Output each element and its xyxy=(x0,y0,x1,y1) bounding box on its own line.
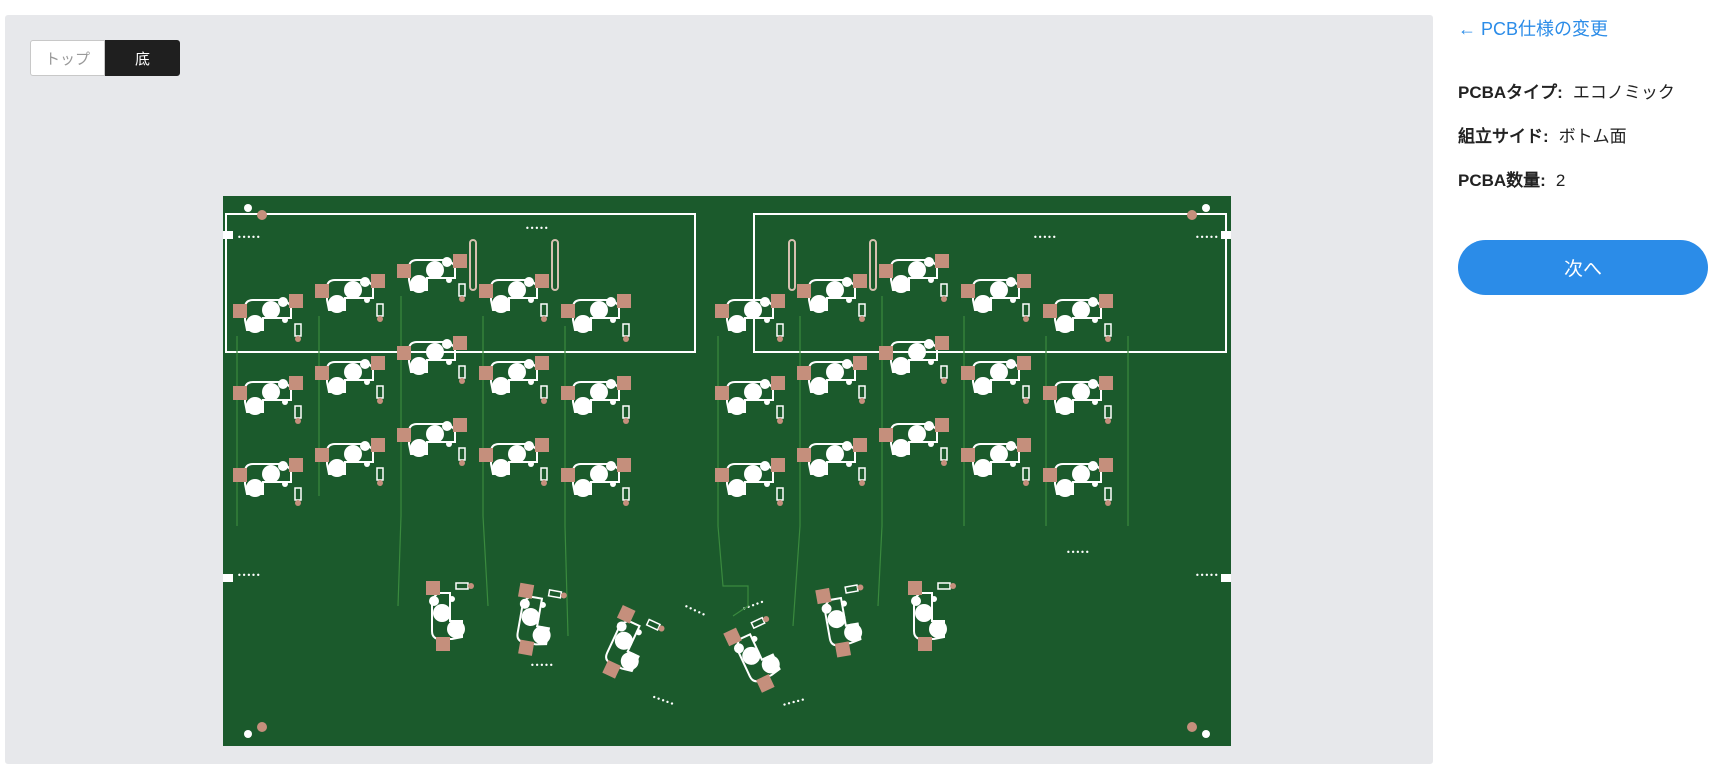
pcba-quantity-row: PCBA数量: 2 xyxy=(1458,166,1565,191)
svg-text:•••••: ••••• xyxy=(1195,571,1219,580)
svg-text:•••••: ••••• xyxy=(237,571,261,580)
pcba-quantity-label: PCBA数量: xyxy=(1458,171,1546,190)
pcba-type-label: PCBAタイプ: xyxy=(1458,83,1563,102)
pcba-quantity-value: 2 xyxy=(1555,171,1566,190)
next-button[interactable]: 次へ xyxy=(1458,240,1708,295)
pcba-type-value: エコノミック xyxy=(1572,83,1675,102)
pcb-viewer: トップ 底 ••••• ••••• ••••• ••••• ••••• ••••… xyxy=(5,15,1433,764)
svg-text:•••••: ••••• xyxy=(525,224,549,233)
svg-text:•••••: ••••• xyxy=(237,233,261,242)
bottom-view-toggle[interactable]: 底 xyxy=(105,40,180,76)
svg-text:•••••: ••••• xyxy=(1195,233,1219,242)
change-pcb-spec-link[interactable]: ← PCB仕様の変更 xyxy=(1458,15,1608,41)
svg-text:•••••: ••••• xyxy=(530,661,554,670)
top-view-toggle[interactable]: トップ xyxy=(30,40,105,76)
assembly-side-label: 組立サイド: xyxy=(1458,127,1549,146)
assembly-side-value: ボトム面 xyxy=(1558,127,1627,146)
assembly-side-row: 組立サイド: ボトム面 xyxy=(1458,122,1627,147)
view-toggle: トップ 底 xyxy=(30,40,180,76)
svg-text:•••••: ••••• xyxy=(1066,548,1090,557)
svg-text:•••••: ••••• xyxy=(1033,233,1057,242)
pcb-board-image: ••••• ••••• ••••• ••••• ••••• ••••• ••••… xyxy=(223,196,1231,746)
pcba-type-row: PCBAタイプ: エコノミック xyxy=(1458,78,1675,103)
